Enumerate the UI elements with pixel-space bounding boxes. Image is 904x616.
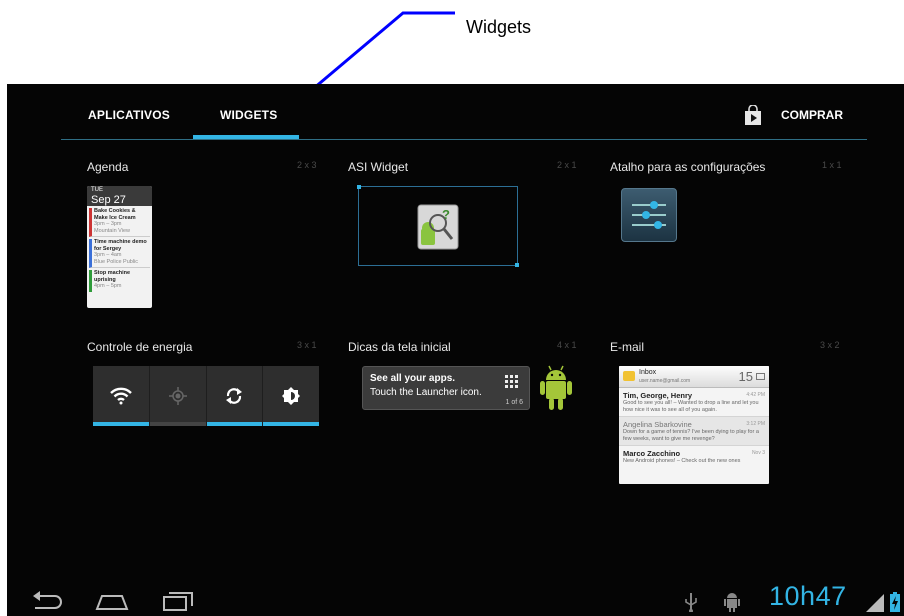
back-icon[interactable] — [29, 590, 65, 612]
email-inbox-label: Inbox — [639, 369, 657, 376]
toggle-indicator — [149, 422, 206, 426]
widget-size: 4 x 1 — [557, 340, 577, 350]
tip-card: See all your apps. Touch the Launcher ic… — [362, 366, 530, 410]
launcher-screen: APLICATIVOS WIDGETS COMPRAR Agenda 2 x 3… — [7, 84, 904, 616]
event-place: Blue Police Public — [94, 258, 139, 265]
widget-title: Agenda — [87, 160, 129, 174]
battery-charging-icon — [890, 592, 900, 612]
tab-applications[interactable]: APLICATIVOS — [88, 108, 170, 122]
email-message: Angelina Sbarkovine 3:12 PM Down for a g… — [619, 417, 769, 446]
android-debug-icon — [724, 593, 740, 612]
email-time: 4:42 PM — [746, 392, 765, 398]
sync-icon — [226, 388, 243, 404]
agenda-event: Time machine demo for Sergey 3pm – 4am B… — [89, 239, 150, 268]
email-sender: Tim, George, Henry — [623, 391, 693, 400]
gps-toggle — [149, 366, 207, 426]
clock-separator: h — [800, 581, 816, 611]
widget-size: 2 x 3 — [297, 160, 317, 170]
widget-asi[interactable]: ASI Widget 2 x 1 ? — [348, 160, 580, 320]
tab-widgets[interactable]: WIDGETS — [220, 108, 277, 122]
sync-toggle — [206, 366, 264, 426]
widget-agenda[interactable]: Agenda 2 x 3 TUE Sep 27 Bake Cookies & M… — [87, 160, 319, 320]
widget-title: Controle de energia — [87, 340, 193, 354]
annotation-label: Widgets — [466, 17, 532, 37]
clock-hours: 10 — [769, 581, 801, 611]
email-time: Nov 3 — [751, 450, 765, 456]
email-sender: Marco Zacchino — [623, 449, 681, 458]
toggle-indicator — [206, 422, 263, 426]
brightness-icon — [282, 387, 301, 405]
event-time: 4pm – 5pm — [94, 283, 122, 289]
svg-text:?: ? — [442, 207, 450, 222]
email-message: Marco Zacchino Nov 3 New Android phones!… — [619, 446, 769, 467]
email-snippet: Good to see you all! – Wanted to drop a … — [623, 400, 759, 413]
launcher-grid-icon — [505, 375, 518, 388]
wifi-icon — [110, 387, 132, 405]
clock-minutes: 47 — [815, 581, 847, 611]
toggle-indicator — [263, 422, 319, 426]
store-button[interactable]: COMPRAR — [743, 104, 843, 126]
tab-bar: APLICATIVOS WIDGETS COMPRAR — [7, 84, 904, 140]
tip-page-indicator: 1 of 6 — [505, 399, 523, 406]
widget-title: ASI Widget — [348, 160, 409, 174]
envelope-icon — [623, 371, 635, 381]
widget-size: 1 x 1 — [822, 160, 842, 170]
event-title: Stop machine uprising — [94, 270, 131, 283]
email-message: Tim, George, Henry 4:42 PM Good to see y… — [619, 388, 769, 417]
email-unread-count: 15 — [738, 369, 753, 384]
email-snippet: Down for a game of tennis? I've been dyi… — [623, 429, 759, 442]
email-snippet: New Android phones! – Check out the new … — [623, 458, 741, 464]
shopping-bag-icon — [745, 105, 761, 125]
widget-size: 3 x 1 — [297, 340, 317, 350]
tip-title: See all your apps. — [370, 373, 456, 384]
agenda-day: TUE — [91, 187, 103, 193]
wifi-toggle — [93, 366, 150, 426]
widget-size: 2 x 1 — [557, 160, 577, 170]
event-title: Time machine demo for Sergey — [94, 239, 147, 252]
widget-size: 3 x 2 — [820, 340, 840, 350]
agenda-header: TUE Sep 27 — [87, 186, 152, 206]
email-account: user.name@gmail.com — [639, 378, 691, 384]
toggle-indicator — [93, 422, 149, 426]
home-icon[interactable] — [94, 590, 130, 612]
email-sender: Angelina Sbarkovine — [623, 420, 692, 429]
agenda-event: Bake Cookies & Make Ice Cream 3pm – 3pm … — [89, 208, 150, 237]
widget-title: E-mail — [610, 340, 645, 354]
asi-preview-frame: ? — [357, 185, 519, 267]
gps-icon — [168, 387, 187, 405]
widget-power-control[interactable]: Controle de energia 3 x 1 — [87, 340, 327, 460]
agenda-event: Stop machine uprising 4pm – 5pm — [89, 270, 150, 292]
settings-icon — [621, 188, 677, 242]
compose-icon — [756, 373, 765, 380]
widget-settings-shortcut[interactable]: Atalho para as configurações 1 x 1 — [610, 160, 842, 320]
android-robot-icon — [540, 365, 572, 410]
tip-text: Touch the Launcher icon. — [370, 387, 482, 398]
usb-icon — [685, 593, 697, 612]
store-label: COMPRAR — [781, 108, 843, 122]
email-header: Inbox user.name@gmail.com 15 — [619, 366, 769, 388]
agenda-date: Sep 27 — [91, 194, 126, 206]
widget-email[interactable]: E-mail 3 x 2 Inbox user.name@gmail.com 1… — [610, 340, 850, 500]
recent-apps-icon[interactable] — [160, 590, 196, 612]
widget-title: Atalho para as configurações — [610, 160, 766, 174]
signal-icon — [866, 594, 884, 612]
email-preview: Inbox user.name@gmail.com 15 Tim, George… — [619, 366, 769, 484]
email-time: 3:12 PM — [746, 421, 765, 427]
tab-divider — [61, 139, 867, 140]
widget-title: Dicas da tela inicial — [348, 340, 451, 354]
event-title: Bake Cookies & Make Ice Cream — [94, 208, 136, 221]
app-info-icon: ? — [417, 204, 459, 250]
event-place: Mountain View — [94, 227, 130, 234]
widget-home-tips[interactable]: Dicas da tela inicial 4 x 1 See all your… — [348, 340, 588, 460]
power-control-preview — [93, 366, 319, 426]
brightness-toggle — [263, 366, 319, 426]
agenda-preview: TUE Sep 27 Bake Cookies & Make Ice Cream… — [87, 186, 152, 308]
status-clock: 10h47 — [769, 581, 847, 612]
